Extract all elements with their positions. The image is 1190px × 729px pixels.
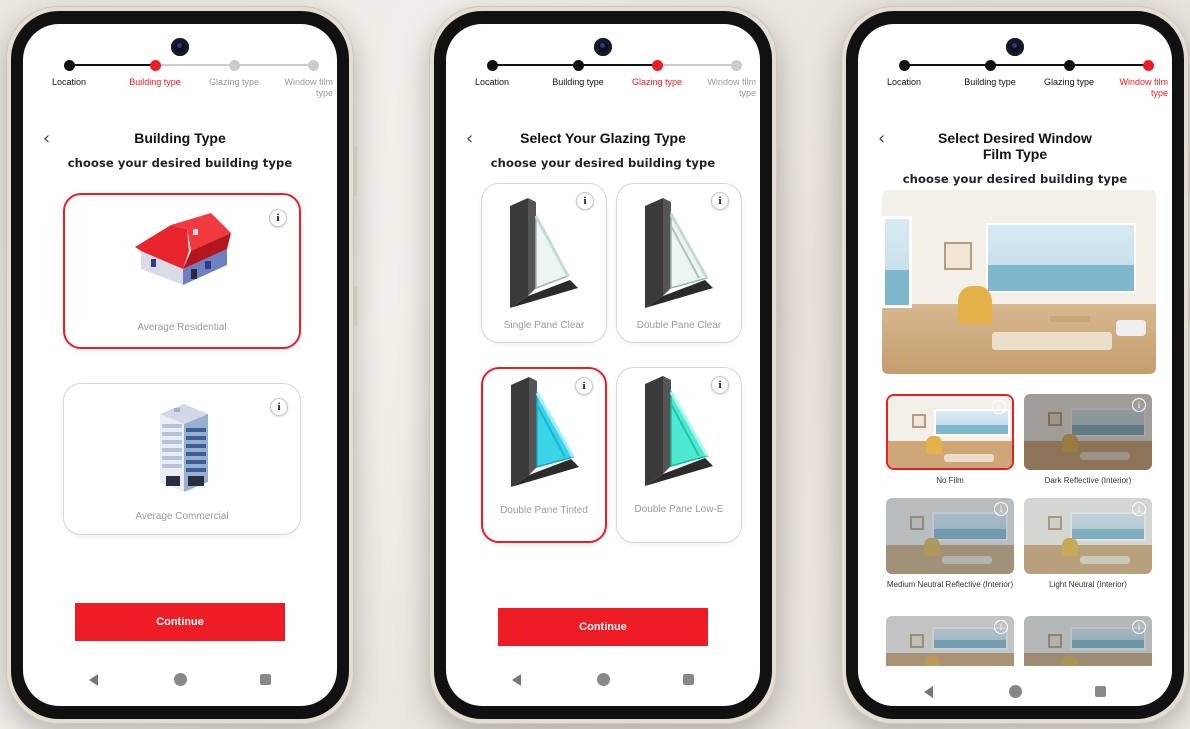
page-subtitle: choose your desired building type (902, 172, 1128, 186)
step-dot-building (150, 60, 161, 71)
step-dot-glazing (229, 60, 240, 71)
step-label-building[interactable]: Building type (119, 77, 191, 88)
film-option-dark-reflective[interactable]: i (1024, 394, 1152, 470)
step-dot-film (308, 60, 319, 71)
option-double-pane-low-e[interactable]: i Double Pane Low-E (616, 367, 742, 543)
info-icon[interactable]: i (1132, 620, 1146, 634)
front-camera (1006, 38, 1024, 56)
screen-building-type: Location Building type Glazing type Wind… (23, 24, 337, 706)
phone-window-film-type: Location Building type Glazing type Wind… (841, 6, 1190, 724)
info-icon[interactable]: i (270, 398, 288, 416)
option-label: Double Pane Clear (636, 320, 722, 331)
step-label-film[interactable]: Window film type (277, 77, 333, 99)
phone-glazing-type: Location Building type Glazing type Wind… (429, 6, 780, 724)
nav-back-icon[interactable] (89, 674, 98, 686)
continue-button[interactable]: Continue (75, 603, 285, 641)
room-preview-image (882, 190, 1156, 374)
info-icon[interactable]: i (1132, 398, 1146, 412)
residential-house-icon (135, 213, 231, 285)
option-average-residential[interactable]: i Average Residential (63, 193, 301, 349)
step-dot-glazing (652, 60, 663, 71)
phone-building-type: Location Building type Glazing type Wind… (6, 6, 357, 724)
page-title: Select Your Glazing Type (520, 130, 686, 146)
continue-button[interactable]: Continue (498, 608, 708, 646)
system-navbar (446, 670, 760, 690)
film-option-no-film[interactable]: i (886, 394, 1014, 470)
low-e-window-icon (645, 376, 713, 486)
film-label: Dark Reflective (Interior) (1044, 476, 1132, 485)
progress-stepper: Location Building type Glazing type Wind… (456, 60, 756, 120)
screen-window-film-type: Location Building type Glazing type Wind… (858, 24, 1172, 706)
step-dot-film (1143, 60, 1154, 71)
single-pane-window-icon (510, 198, 578, 308)
system-navbar (23, 670, 337, 690)
step-label-glazing[interactable]: Glazing type (1033, 77, 1105, 88)
progress-stepper: Location Building type Glazing type Wind… (33, 60, 333, 120)
option-label: Double Pane Low-E (634, 504, 724, 515)
option-double-pane-clear[interactable]: i Double Pane Clear (616, 183, 742, 343)
nav-home-icon[interactable] (597, 673, 610, 686)
step-label-glazing[interactable]: Glazing type (198, 77, 270, 88)
tinted-window-icon (511, 377, 579, 487)
option-label: Average Commercial (135, 511, 229, 522)
nav-recents-icon[interactable] (683, 674, 694, 685)
option-label: Single Pane Clear (503, 320, 585, 331)
option-double-pane-tinted[interactable]: i Double Pane Tinted (481, 367, 607, 543)
front-camera (594, 38, 612, 56)
info-icon[interactable]: i (1132, 502, 1146, 516)
step-label-building[interactable]: Building type (954, 77, 1026, 88)
info-icon[interactable]: i (269, 209, 287, 227)
step-label-building[interactable]: Building type (542, 77, 614, 88)
info-icon[interactable]: i (994, 502, 1008, 516)
step-dot-location (487, 60, 498, 71)
nav-home-icon[interactable] (1009, 685, 1022, 698)
step-dot-building (985, 60, 996, 71)
step-dot-location (899, 60, 910, 71)
step-label-glazing[interactable]: Glazing type (621, 77, 693, 88)
progress-stepper: Location Building type Glazing type Wind… (868, 60, 1168, 120)
film-option-light-neutral[interactable]: i (1024, 498, 1152, 574)
film-label: No Film (936, 476, 964, 485)
nav-home-icon[interactable] (174, 673, 187, 686)
option-average-commercial[interactable]: i Average Commercial (63, 383, 301, 535)
back-button[interactable]: ‹ (466, 128, 473, 149)
option-label: Average Residential (137, 322, 227, 333)
nav-back-icon[interactable] (924, 686, 933, 698)
step-label-location[interactable]: Location (33, 77, 105, 88)
nav-recents-icon[interactable] (1095, 686, 1106, 697)
option-single-pane-clear[interactable]: i Single Pane Clear (481, 183, 607, 343)
nav-back-icon[interactable] (512, 674, 521, 686)
front-camera (171, 38, 189, 56)
step-dot-glazing (1064, 60, 1075, 71)
back-button[interactable]: ‹ (878, 128, 885, 149)
back-button[interactable]: ‹ (43, 128, 50, 149)
system-navbar (858, 666, 1172, 706)
info-icon[interactable]: i (994, 620, 1008, 634)
step-label-film[interactable]: Window film type (700, 77, 756, 99)
info-icon[interactable]: i (992, 400, 1006, 414)
page-title: Select Desired Window Film Type (938, 130, 1092, 162)
nav-recents-icon[interactable] (260, 674, 271, 685)
commercial-building-icon (160, 404, 208, 492)
double-pane-window-icon (645, 198, 713, 308)
option-label: Double Pane Tinted (500, 505, 588, 516)
screen-glazing-type: Location Building type Glazing type Wind… (446, 24, 760, 706)
step-dot-location (64, 60, 75, 71)
film-label: Medium Neutral Reflective (Interior) (886, 580, 1014, 589)
film-option-medium-neutral-reflective[interactable]: i (886, 498, 1014, 574)
film-label: Light Neutral (Interior) (1049, 580, 1127, 589)
step-label-film[interactable]: Window film type (1112, 77, 1168, 99)
step-label-location[interactable]: Location (868, 77, 940, 88)
page-subtitle: choose your desired building type (67, 156, 293, 170)
page-title: Building Type (134, 130, 226, 146)
step-label-location[interactable]: Location (456, 77, 528, 88)
step-dot-building (573, 60, 584, 71)
step-dot-film (731, 60, 742, 71)
page-subtitle: choose your desired building type (490, 156, 716, 170)
